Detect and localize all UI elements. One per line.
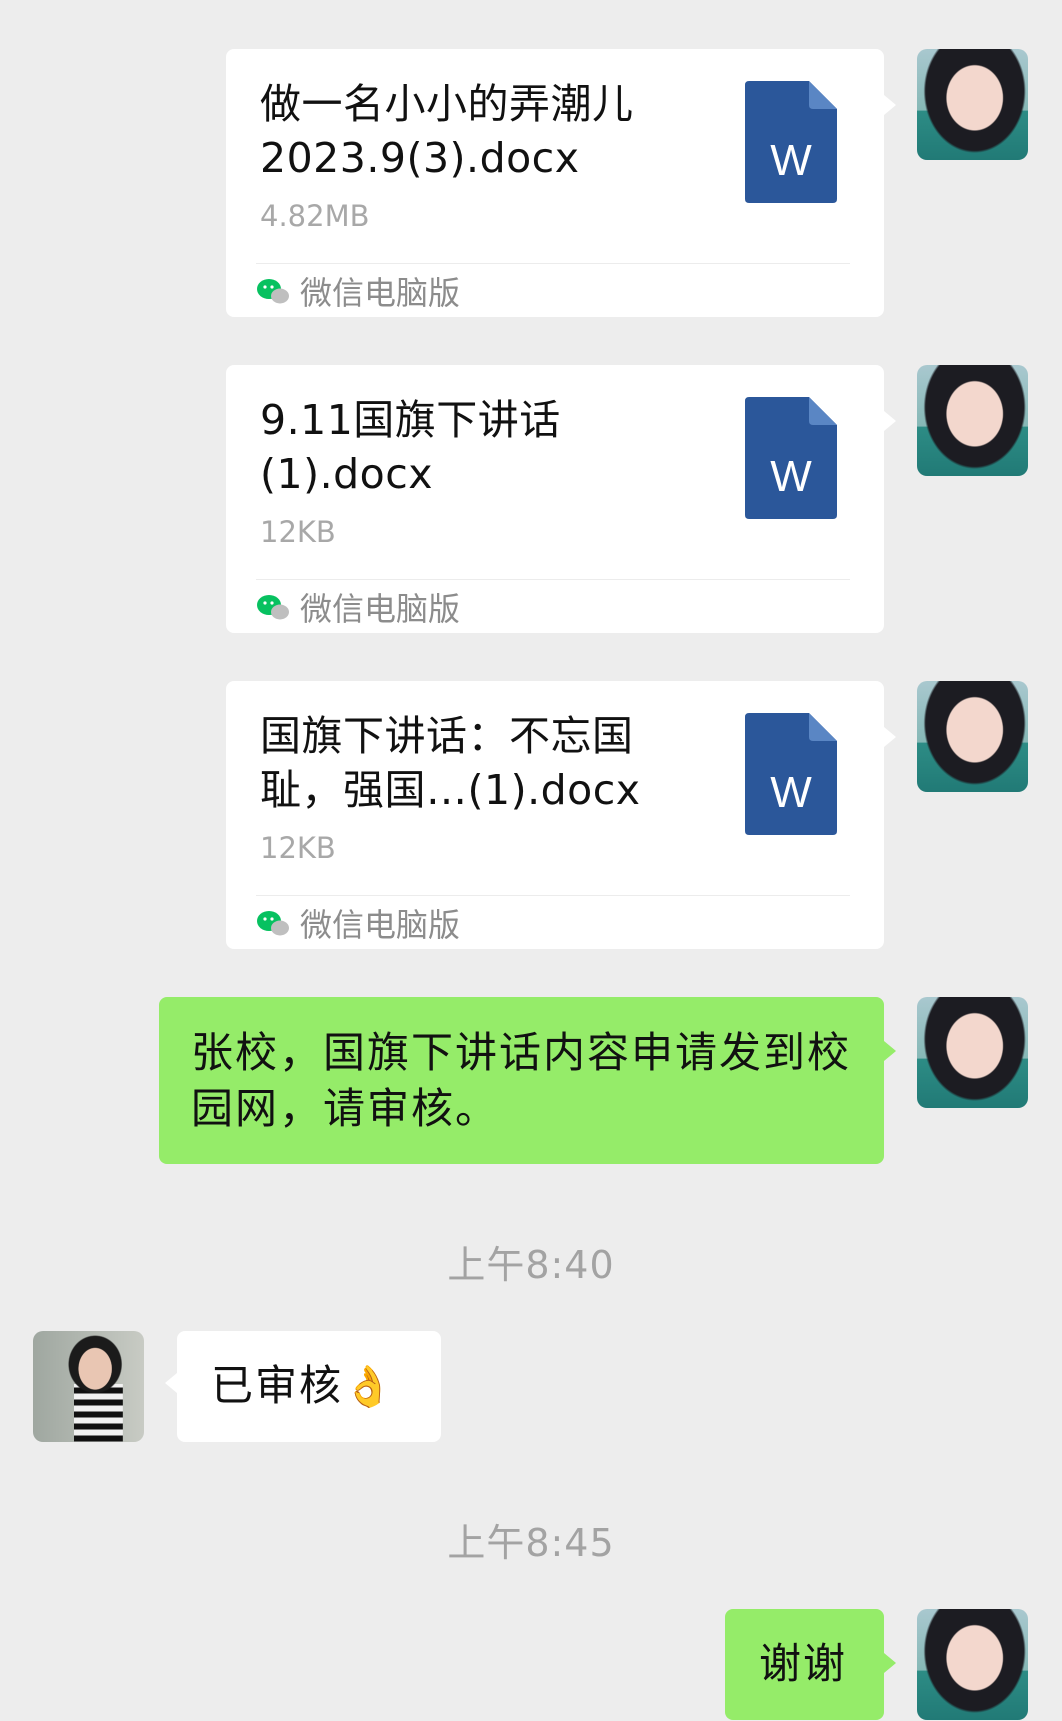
source-label: 微信电脑版: [300, 590, 461, 628]
word-docx-icon: W: [745, 397, 837, 519]
wechat-icon: [257, 911, 289, 936]
timestamp: 上午8:40: [447, 1243, 615, 1287]
text-message-received[interactable]: 已审核👌: [165, 1331, 441, 1442]
divider: [256, 895, 850, 896]
message-text: 谢谢: [759, 1639, 848, 1688]
message-text: 张校，国旗下讲话内容申请发到校园网，请审核。: [191, 1028, 852, 1133]
avatar-me[interactable]: [917, 49, 1028, 160]
ok-hand-emoji: 👌: [343, 1364, 395, 1410]
word-letter: W: [770, 768, 812, 817]
file-name: 国旗下讲话：不忘国耻，强国…(1).docx: [260, 712, 641, 814]
file-message-1[interactable]: 做一名小小的弄潮儿2023.9(3).docx 4.82MB W 微信电脑版: [226, 49, 896, 317]
word-docx-icon: W: [745, 81, 837, 203]
text-message-sent[interactable]: 张校，国旗下讲话内容申请发到校园网，请审核。: [159, 997, 896, 1164]
file-size: 4.82MB: [260, 199, 370, 233]
file-message-3[interactable]: 国旗下讲话：不忘国耻，强国…(1).docx 12KB W 微信电脑版: [226, 681, 896, 949]
wechat-icon: [257, 595, 289, 620]
divider: [256, 579, 850, 580]
divider: [256, 263, 850, 264]
wechat-icon: [257, 279, 289, 304]
source-label: 微信电脑版: [300, 274, 461, 312]
source-label: 微信电脑版: [300, 906, 461, 944]
source-row: 微信电脑版: [256, 587, 461, 628]
file-size: 12KB: [260, 515, 336, 549]
file-message-2[interactable]: 9.11国旗下讲话(1).docx 12KB W 微信电脑版: [226, 365, 896, 633]
source-row: 微信电脑版: [256, 903, 461, 944]
timestamp: 上午8:45: [447, 1521, 615, 1565]
source-row: 微信电脑版: [256, 271, 461, 312]
avatar-contact[interactable]: [33, 1331, 144, 1442]
message-row: 已审核👌: [211, 1358, 395, 1415]
avatar-me[interactable]: [917, 1609, 1028, 1720]
word-letter: W: [770, 136, 812, 185]
message-text: 已审核: [211, 1361, 344, 1410]
file-size: 12KB: [260, 831, 336, 865]
word-docx-icon: W: [745, 713, 837, 835]
file-name: 9.11国旗下讲话(1).docx: [260, 396, 561, 498]
file-name: 做一名小小的弄潮儿2023.9(3).docx: [260, 80, 634, 182]
word-letter: W: [770, 452, 812, 501]
avatar-me[interactable]: [917, 365, 1028, 476]
avatar-me[interactable]: [917, 997, 1028, 1108]
text-message-sent[interactable]: 谢谢: [725, 1609, 896, 1720]
avatar-me[interactable]: [917, 681, 1028, 792]
